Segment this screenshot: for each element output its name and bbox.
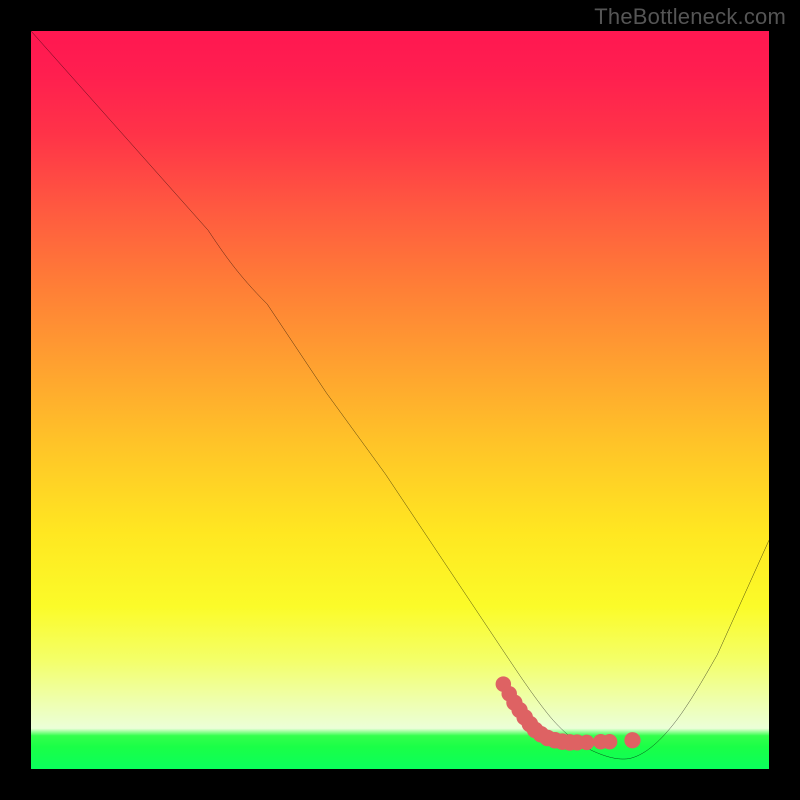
watermark-text: TheBottleneck.com (594, 4, 786, 30)
curve-layer (31, 31, 769, 769)
chart-frame: TheBottleneck.com (0, 0, 800, 800)
bottleneck-curve (31, 31, 769, 759)
plot-area (31, 31, 769, 769)
dotted-overlay (499, 680, 637, 747)
